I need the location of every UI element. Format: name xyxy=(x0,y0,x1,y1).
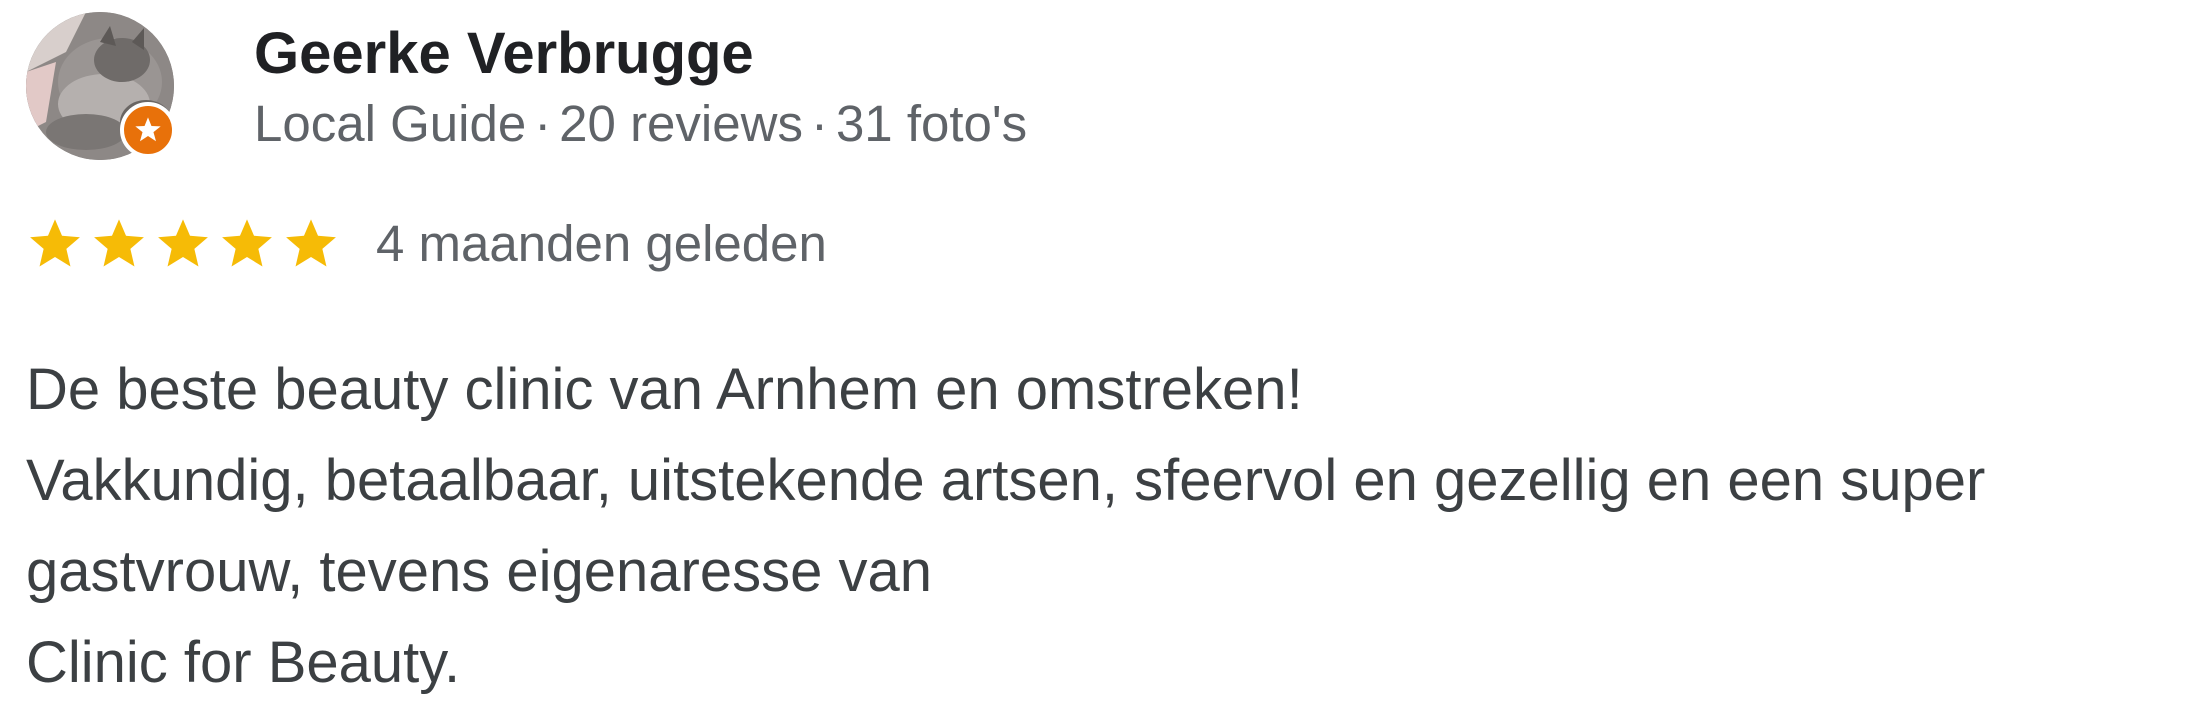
star-icon xyxy=(154,215,212,273)
star-icon xyxy=(90,215,148,273)
author-avatar[interactable] xyxy=(26,12,176,160)
author-name[interactable]: Geerke Verbrugge xyxy=(254,18,1027,90)
star-rating xyxy=(26,215,346,273)
reviews-count: 20 reviews xyxy=(559,95,803,152)
star-icon xyxy=(282,215,340,273)
meta-separator: · xyxy=(534,95,552,152)
review-text-line: gastvrouw, tevens eigenaresse van xyxy=(26,539,932,604)
photos-count: 31 foto's xyxy=(835,95,1028,152)
meta-separator: · xyxy=(810,95,828,152)
review-text-line: Clinic for Beauty. xyxy=(26,630,461,695)
star-icon xyxy=(26,215,84,273)
review-text-line: De beste beauty clinic van Arnhem en oms… xyxy=(26,357,1303,422)
rating-row: 4 maanden geleden xyxy=(26,214,827,274)
author-info: Geerke Verbrugge Local Guide · 20 reviews ·… xyxy=(254,18,1027,156)
local-guide-label: Local Guide xyxy=(254,95,527,152)
review-header: Geerke Verbrugge Local Guide · 20 reviews ·… xyxy=(26,12,1027,160)
review-card: Geerke Verbrugge Local Guide · 20 reviews ·… xyxy=(0,0,2186,702)
review-text: De beste beauty clinic van Arnhem en oms… xyxy=(26,344,2176,708)
review-text-line: Vakkundig, betaalbaar, uitstekende artse… xyxy=(26,448,1986,513)
review-time-ago: 4 maanden geleden xyxy=(376,215,827,272)
star-icon xyxy=(218,215,276,273)
local-guide-star-icon xyxy=(120,102,176,158)
author-meta: Local Guide · 20 reviews · 31 foto's xyxy=(254,92,1027,156)
